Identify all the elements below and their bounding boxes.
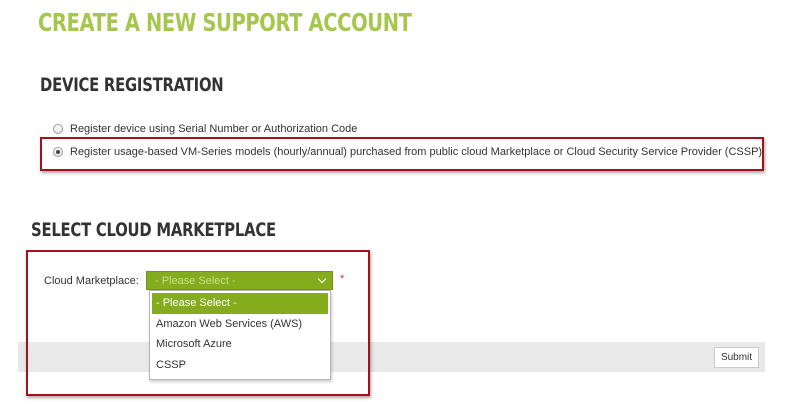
page-title: CREATE A NEW SUPPORT ACCOUNT xyxy=(38,8,412,37)
cloud-marketplace-heading: SELECT CLOUD MARKETPLACE xyxy=(31,219,276,241)
device-registration-heading: DEVICE REGISTRATION xyxy=(40,74,224,96)
radio-button[interactable] xyxy=(53,124,63,134)
submit-button[interactable]: Submit xyxy=(714,347,759,368)
highlight-annotation-box xyxy=(40,137,764,171)
highlight-annotation-box xyxy=(26,250,370,396)
radio-option-serial-number[interactable]: Register device using Serial Number or A… xyxy=(53,123,357,135)
radio-option-label: Register device using Serial Number or A… xyxy=(70,123,358,135)
